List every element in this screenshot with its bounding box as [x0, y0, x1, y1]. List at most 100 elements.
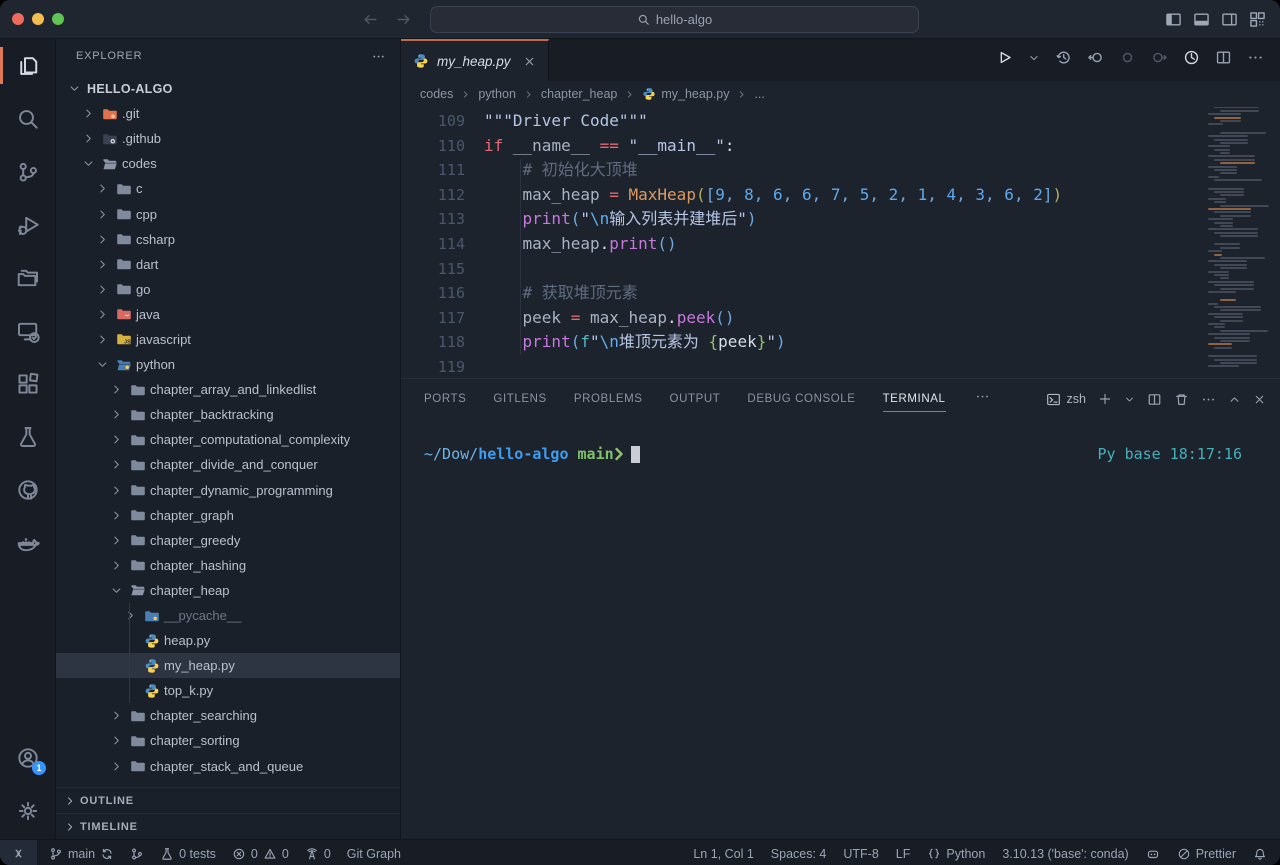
zoom-window-button[interactable]: [52, 13, 64, 25]
split-terminal-icon[interactable]: [1147, 392, 1162, 407]
code-editor[interactable]: 109"""Driver Code"""110if __name__ == "_…: [401, 107, 1280, 378]
activity-remote-explorer[interactable]: [0, 304, 55, 357]
panel-tab-problems[interactable]: PROBLEMS: [574, 379, 643, 419]
breadcrumb-item[interactable]: chapter_heap: [541, 87, 617, 101]
code-line-115[interactable]: 115: [401, 257, 1280, 282]
tree-item-chapter-greedy[interactable]: chapter_greedy: [56, 528, 400, 553]
prev-change-icon[interactable]: [1087, 49, 1104, 71]
chevron-down-icon[interactable]: [1028, 51, 1040, 69]
code-line-113[interactable]: 113 print("\n输入列表并建堆后"): [401, 207, 1280, 232]
play-icon[interactable]: [996, 49, 1013, 71]
close-panel-icon[interactable]: [1253, 393, 1266, 406]
activity-run-debug[interactable]: [0, 198, 55, 251]
minimize-window-button[interactable]: [32, 13, 44, 25]
status-item[interactable]: [130, 847, 144, 861]
status-item-0[interactable]: 00: [232, 847, 289, 861]
activity-folder-library[interactable]: [0, 251, 55, 304]
activity-source-control[interactable]: [0, 145, 55, 198]
panel-tab-ports[interactable]: PORTS: [424, 379, 466, 419]
code-line-109[interactable]: 109"""Driver Code""": [401, 109, 1280, 134]
activity-explorer[interactable]: [0, 39, 55, 92]
tree-item--github[interactable]: .github: [56, 126, 400, 151]
tree-root-hello-algo[interactable]: HELLO-ALGO: [56, 76, 400, 101]
tree-item-cpp[interactable]: cpp: [56, 201, 400, 226]
status-item-0-tests[interactable]: 0 tests: [160, 847, 216, 861]
layout-sidebar-left-icon[interactable]: [1165, 11, 1182, 28]
breadcrumb-item[interactable]: codes: [420, 87, 453, 101]
code-line-119[interactable]: 119: [401, 355, 1280, 378]
tree-item-chapter-searching[interactable]: chapter_searching: [56, 703, 400, 728]
heatmap-clock-icon[interactable]: [1183, 49, 1200, 71]
tree-item-c[interactable]: c: [56, 176, 400, 201]
tree-item-javascript[interactable]: JSjavascript: [56, 327, 400, 352]
back-arrow-icon[interactable]: [362, 11, 379, 28]
tree-item-chapter-divide-and-conquer[interactable]: chapter_divide_and_conquer: [56, 452, 400, 477]
terminal[interactable]: ~/Dow/hello-algo main Py base 18:17:16: [401, 419, 1280, 839]
status-item-3-10-13-base-conda-[interactable]: 3.10.13 ('base': conda): [1002, 847, 1128, 861]
section-timeline[interactable]: TIMELINE: [56, 813, 400, 839]
close-window-button[interactable]: [12, 13, 24, 25]
terminal-shell-selector[interactable]: zsh: [1046, 392, 1086, 407]
breadcrumb-item[interactable]: python: [478, 87, 516, 101]
code-line-116[interactable]: 116 # 获取堆顶元素: [401, 281, 1280, 306]
tree-item-python[interactable]: python: [56, 352, 400, 377]
breadcrumb-item[interactable]: ...: [754, 87, 764, 101]
status-item-prettier[interactable]: Prettier: [1177, 847, 1236, 861]
launch-profile-chevron-icon[interactable]: [1124, 394, 1135, 405]
close-icon[interactable]: [523, 55, 536, 68]
status-item-git-graph[interactable]: Git Graph: [347, 847, 401, 861]
breadcrumb-item[interactable]: my_heap.py: [642, 87, 729, 101]
command-center-search[interactable]: hello-algo: [430, 6, 919, 33]
panel-tab-gitlens[interactable]: GITLENS: [493, 379, 546, 419]
tab-my-heap[interactable]: my_heap.py: [401, 39, 549, 81]
tree-item-codes[interactable]: codes: [56, 151, 400, 176]
tree-item-csharp[interactable]: csharp: [56, 227, 400, 252]
tree-item-chapter-computational-complexity[interactable]: chapter_computational_complexity: [56, 427, 400, 452]
code-line-114[interactable]: 114 max_heap.print(): [401, 232, 1280, 257]
tree-item-my-heap-py[interactable]: my_heap.py: [56, 653, 400, 678]
remote-indicator-icon[interactable]: [0, 840, 37, 865]
layout-panel-icon[interactable]: [1193, 11, 1210, 28]
tree-item-heap-py[interactable]: heap.py: [56, 628, 400, 653]
tree-item-chapter-heap[interactable]: chapter_heap: [56, 578, 400, 603]
tree-item--pycache-[interactable]: __pycache__: [56, 603, 400, 628]
more-icon[interactable]: [1247, 49, 1264, 71]
tree-item-top-k-py[interactable]: top_k.py: [56, 678, 400, 703]
panel-views-more-icon[interactable]: [1201, 392, 1216, 407]
status-item-ln-1-col-1[interactable]: Ln 1, Col 1: [693, 847, 753, 861]
tree-item-chapter-hashing[interactable]: chapter_hashing: [56, 553, 400, 578]
history-icon[interactable]: [1055, 49, 1072, 71]
forward-arrow-icon[interactable]: [395, 11, 412, 28]
tree-item--git[interactable]: .git: [56, 101, 400, 126]
circle-icon[interactable]: [1119, 49, 1136, 71]
section-outline[interactable]: OUTLINE: [56, 787, 400, 813]
layout-customize-icon[interactable]: [1249, 11, 1266, 28]
tree-item-chapter-array-and-linkedlist[interactable]: chapter_array_and_linkedlist: [56, 377, 400, 402]
maximize-panel-icon[interactable]: [1228, 393, 1241, 406]
next-change-icon[interactable]: [1151, 49, 1168, 71]
status-item-utf-8[interactable]: UTF-8: [843, 847, 878, 861]
minimap[interactable]: [1208, 107, 1272, 369]
panel-more-icon[interactable]: [975, 389, 990, 409]
layout-sidebar-right-icon[interactable]: [1221, 11, 1238, 28]
status-item-spaces-4[interactable]: Spaces: 4: [771, 847, 827, 861]
code-line-111[interactable]: 111 # 初始化大顶堆: [401, 158, 1280, 183]
sidebar-more-icon[interactable]: [371, 49, 386, 64]
activity-search[interactable]: [0, 92, 55, 145]
activity-accounts[interactable]: 1: [0, 731, 55, 784]
new-terminal-icon[interactable]: [1098, 392, 1112, 406]
tree-item-dart[interactable]: dart: [56, 252, 400, 277]
panel-tab-debug-console[interactable]: DEBUG CONSOLE: [747, 379, 855, 419]
panel-tab-output[interactable]: OUTPUT: [670, 379, 721, 419]
code-line-117[interactable]: 117 peek = max_heap.peek(): [401, 306, 1280, 331]
tree-item-chapter-sorting[interactable]: chapter_sorting: [56, 728, 400, 753]
tree-item-chapter-stack-and-queue[interactable]: chapter_stack_and_queue: [56, 754, 400, 779]
tree-item-chapter-dynamic-programming[interactable]: chapter_dynamic_programming: [56, 478, 400, 503]
activity-settings[interactable]: [0, 784, 55, 837]
tree-item-chapter-backtracking[interactable]: chapter_backtracking: [56, 402, 400, 427]
code-line-112[interactable]: 112 max_heap = MaxHeap([9, 8, 6, 6, 7, 5…: [401, 183, 1280, 208]
status-item-main[interactable]: main: [49, 847, 114, 861]
activity-testing[interactable]: [0, 410, 55, 463]
status-item-0[interactable]: 0: [305, 847, 331, 861]
activity-extensions[interactable]: [0, 357, 55, 410]
